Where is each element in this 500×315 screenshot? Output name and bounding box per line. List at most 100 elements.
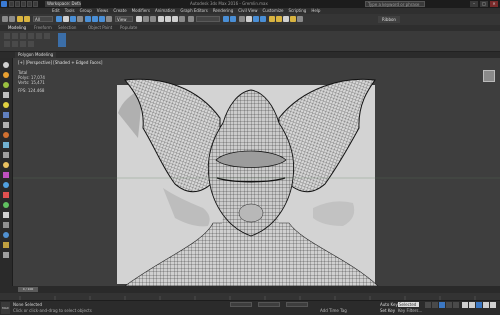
workspace-dropdown[interactable]: Workspace: Default xyxy=(45,1,81,7)
schematic-view-icon[interactable] xyxy=(260,16,266,22)
orbit-icon[interactable] xyxy=(476,302,482,308)
lock-selection-icon[interactable] xyxy=(3,232,9,238)
filter-frozen-icon[interactable] xyxy=(3,182,9,188)
named-selection-icon[interactable] xyxy=(188,16,194,22)
window-crossing-icon[interactable] xyxy=(77,16,83,22)
key-filters-button[interactable]: Key Filters... xyxy=(398,308,422,313)
ribbon-large-button-icon[interactable] xyxy=(58,33,66,47)
spinner-snap-icon[interactable] xyxy=(179,16,185,22)
filter-helpers-icon[interactable] xyxy=(3,122,9,128)
perspective-viewport[interactable]: [+] [Perspective] [Shaded + Edged Faces]… xyxy=(13,58,500,286)
undo-icon[interactable] xyxy=(2,16,8,22)
filter-geometry-icon[interactable] xyxy=(3,82,9,88)
reference-coordinate-dropdown[interactable]: View xyxy=(115,16,133,22)
scene-explorer-icon[interactable] xyxy=(3,62,9,68)
ribbon-tool-icon[interactable] xyxy=(36,33,42,39)
app-logo-icon[interactable] xyxy=(1,1,7,7)
ribbon-tool-icon[interactable] xyxy=(20,41,26,47)
time-slider-thumb[interactable]: 0 / 100 xyxy=(18,287,38,292)
rectangular-selection-icon[interactable] xyxy=(70,16,76,22)
add-time-tag[interactable]: Add Time Tag xyxy=(320,308,347,313)
ribbon-tool-icon[interactable] xyxy=(28,41,34,47)
y-coordinate-field[interactable] xyxy=(258,302,280,307)
render-iterative-icon[interactable] xyxy=(297,16,303,22)
filter-xrefs-icon[interactable] xyxy=(3,152,9,158)
maximize-viewport-icon[interactable] xyxy=(490,302,496,308)
material-editor-icon[interactable] xyxy=(269,16,275,22)
place-icon[interactable] xyxy=(106,16,112,22)
ribbon-tool-icon[interactable] xyxy=(4,41,10,47)
filter-lights-icon[interactable] xyxy=(3,102,9,108)
ribbon-tool-icon[interactable] xyxy=(28,33,34,39)
new-file-icon[interactable] xyxy=(9,1,14,7)
select-by-name-icon[interactable] xyxy=(63,16,69,22)
play-icon[interactable] xyxy=(439,302,445,308)
filter-spacewarps-icon[interactable] xyxy=(3,132,9,138)
ribbon-toggle-button[interactable]: Ribbon xyxy=(378,16,400,23)
snaps-toggle-icon[interactable] xyxy=(158,16,164,22)
settings-icon[interactable] xyxy=(3,252,9,258)
angle-snap-icon[interactable] xyxy=(165,16,171,22)
move-icon[interactable] xyxy=(85,16,91,22)
sort-icon[interactable] xyxy=(3,72,9,78)
named-selection-set-dropdown[interactable] xyxy=(196,16,220,22)
next-frame-icon[interactable] xyxy=(446,302,452,308)
select-manipulate-icon[interactable] xyxy=(143,16,149,22)
select-object-icon[interactable] xyxy=(56,16,62,22)
previous-frame-icon[interactable] xyxy=(432,302,438,308)
display-none-icon[interactable] xyxy=(3,212,9,218)
set-key-button[interactable]: Set Key xyxy=(380,308,395,313)
ribbon-tool-icon[interactable] xyxy=(44,33,50,39)
close-button[interactable]: ✕ xyxy=(490,1,498,7)
curve-editor-icon[interactable] xyxy=(253,16,259,22)
undo-icon[interactable] xyxy=(27,1,32,7)
ribbon-tool-icon[interactable] xyxy=(12,33,18,39)
ribbon-tool-icon[interactable] xyxy=(12,41,18,47)
track-bar[interactable] xyxy=(0,293,500,300)
open-file-icon[interactable] xyxy=(15,1,20,7)
auto-key-button[interactable]: Auto Key xyxy=(380,302,398,307)
creature-mesh[interactable] xyxy=(13,58,500,286)
align-icon[interactable] xyxy=(230,16,236,22)
z-coordinate-field[interactable] xyxy=(286,302,308,307)
maximize-button[interactable]: □ xyxy=(480,1,488,7)
goto-start-icon[interactable] xyxy=(425,302,431,308)
filter-bones-icon[interactable] xyxy=(3,162,9,168)
key-filter-dropdown[interactable]: Selected xyxy=(398,302,419,307)
time-slider-bar[interactable]: 0 / 100 xyxy=(0,286,500,293)
pan-icon[interactable] xyxy=(483,302,489,308)
scale-icon[interactable] xyxy=(99,16,105,22)
filter-containers-icon[interactable] xyxy=(3,172,9,178)
find-icon[interactable] xyxy=(3,242,9,248)
filter-hidden-icon[interactable] xyxy=(3,192,9,198)
layer-explorer-icon[interactable] xyxy=(239,16,245,22)
filter-shapes-icon[interactable] xyxy=(3,92,9,98)
filter-groups-icon[interactable] xyxy=(3,142,9,148)
redo-icon[interactable] xyxy=(33,1,38,7)
zoom-all-icon[interactable] xyxy=(469,302,475,308)
rendered-frame-window-icon[interactable] xyxy=(283,16,289,22)
minimize-button[interactable]: – xyxy=(470,1,478,7)
toggle-ribbon-icon[interactable] xyxy=(246,16,252,22)
percent-snap-icon[interactable] xyxy=(172,16,178,22)
search-input[interactable]: Type a keyword or phrase xyxy=(365,1,425,7)
x-coordinate-field[interactable] xyxy=(230,302,252,307)
keyboard-shortcut-icon[interactable] xyxy=(150,16,156,22)
goto-end-icon[interactable] xyxy=(453,302,459,308)
rotate-icon[interactable] xyxy=(92,16,98,22)
zoom-icon[interactable] xyxy=(462,302,468,308)
selection-filter-dropdown[interactable]: All xyxy=(33,16,53,22)
display-all-icon[interactable] xyxy=(3,202,9,208)
redo-icon[interactable] xyxy=(9,16,15,22)
unlink-icon[interactable] xyxy=(24,16,30,22)
render-production-icon[interactable] xyxy=(290,16,296,22)
ribbon-tool-icon[interactable] xyxy=(20,33,26,39)
filter-cameras-icon[interactable] xyxy=(3,112,9,118)
pivot-center-icon[interactable] xyxy=(136,16,142,22)
select-link-icon[interactable] xyxy=(17,16,23,22)
ribbon-tool-icon[interactable] xyxy=(4,33,10,39)
invert-display-icon[interactable] xyxy=(3,222,9,228)
maxscript-listener[interactable]: MAX xyxy=(1,302,10,314)
mirror-icon[interactable] xyxy=(223,16,229,22)
render-setup-icon[interactable] xyxy=(276,16,282,22)
